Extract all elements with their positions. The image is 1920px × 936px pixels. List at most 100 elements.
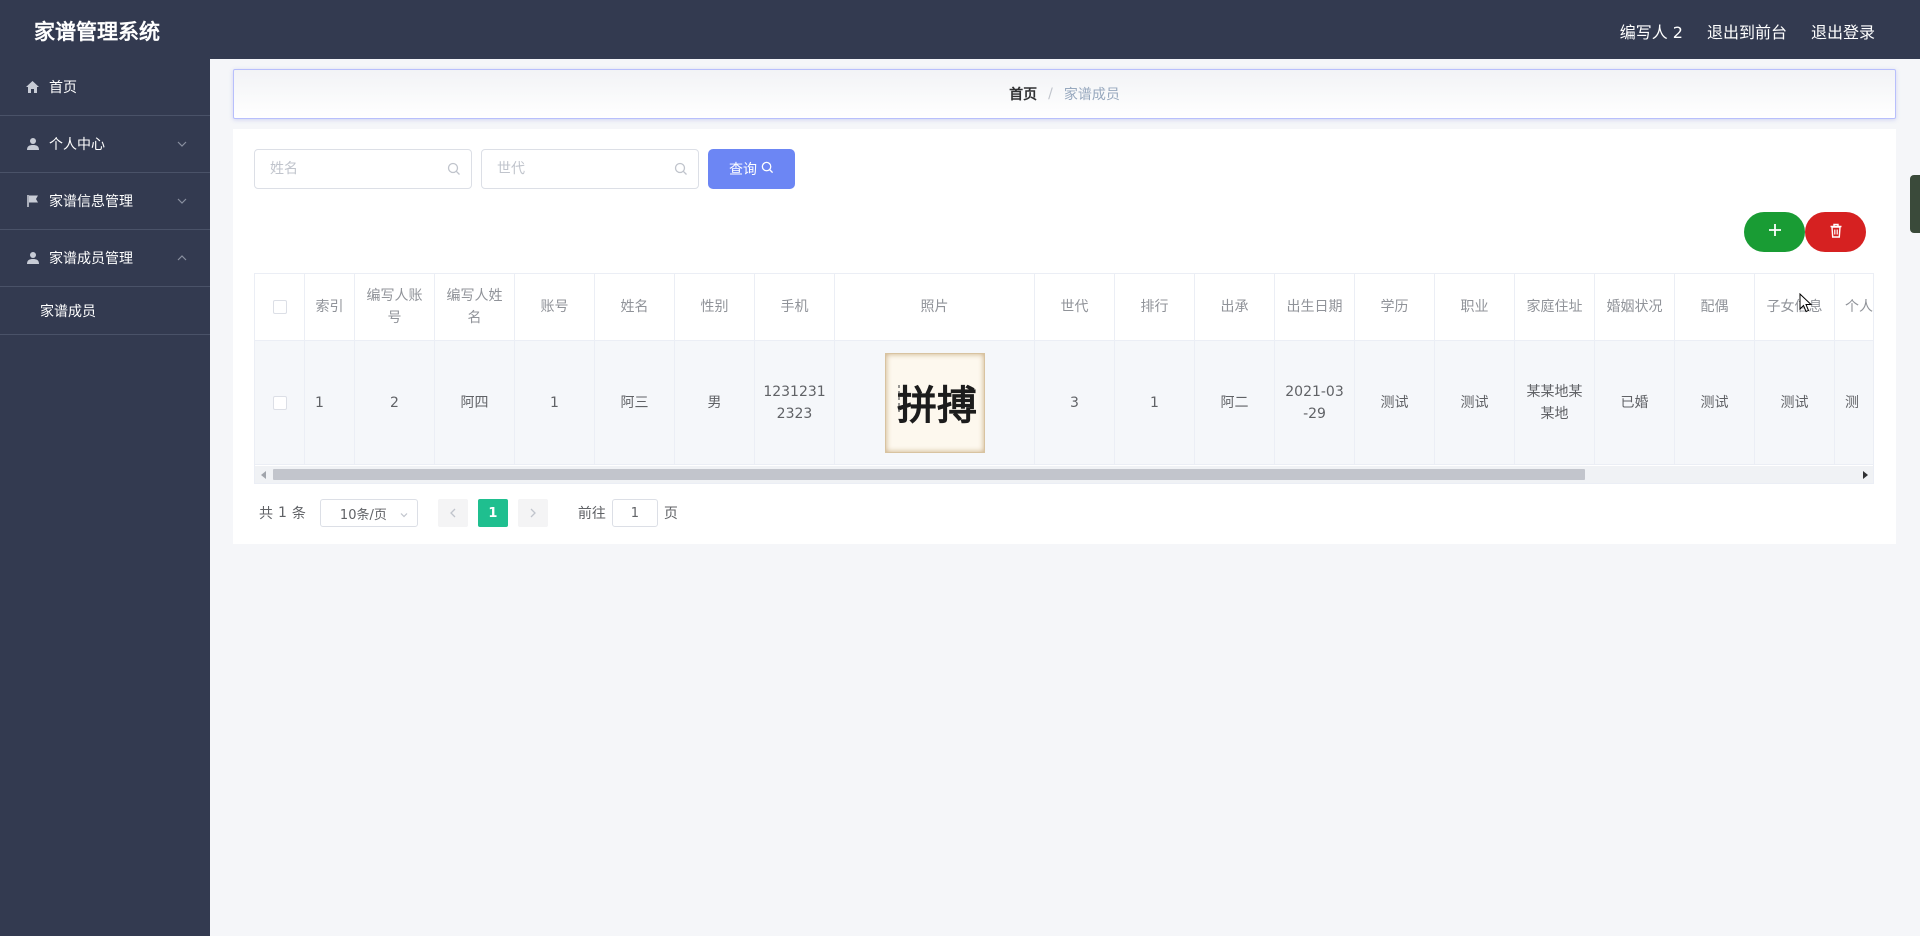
- chevron-down-icon: [176, 195, 188, 207]
- cell-gender: 男: [675, 341, 755, 464]
- exit-to-front-link[interactable]: 退出到前台: [1707, 19, 1787, 43]
- column-header: 职业: [1435, 274, 1515, 340]
- column-header: 配偶: [1675, 274, 1755, 340]
- column-header: 性别: [675, 274, 755, 340]
- column-header: 世代: [1035, 274, 1115, 340]
- column-header: 出承: [1195, 274, 1275, 340]
- scrollbar-thumb[interactable]: [273, 469, 1585, 480]
- member-photo[interactable]: 拼搏: [884, 352, 985, 453]
- table-row[interactable]: 1 2 阿四 1 阿三 男 12312312323 拼搏 3 1 阿二 2021…: [255, 341, 1873, 465]
- total-suffix: 条: [291, 506, 306, 522]
- total-prefix: 共: [259, 506, 273, 522]
- cell-generation: 3: [1035, 341, 1115, 464]
- cell-phone: 12312312323: [755, 341, 835, 464]
- pagination: 共 1 条 10条/页 1 前往 页: [259, 499, 678, 527]
- name-search-field[interactable]: [254, 149, 472, 189]
- sidebar: 首页 个人中心 家谱信息管理 家谱成员管理 家谱成员: [0, 59, 210, 936]
- flag-icon: [24, 193, 41, 210]
- page-size-value: 10条/页: [339, 507, 387, 523]
- generation-search-field[interactable]: [481, 149, 699, 189]
- column-header: 编写人姓名: [435, 274, 515, 340]
- cell-address: 某某地某某地: [1515, 341, 1595, 464]
- page-number-current[interactable]: 1: [477, 499, 508, 527]
- delete-button[interactable]: [1805, 212, 1866, 252]
- cell-spouse: 测试: [1675, 341, 1755, 464]
- name-search-input[interactable]: [270, 150, 440, 188]
- scroll-left-icon[interactable]: [261, 471, 266, 479]
- column-header: 账号: [515, 274, 595, 340]
- sidebar-item-member-management[interactable]: 家谱成员管理: [0, 230, 210, 287]
- side-handle[interactable]: [1910, 175, 1920, 233]
- generation-search-input[interactable]: [497, 150, 667, 188]
- header-actions: 编写人 2 退出到前台 退出登录: [1620, 19, 1875, 43]
- query-button-label: 查询: [729, 162, 757, 178]
- add-button[interactable]: [1744, 212, 1805, 252]
- plus-icon: [1768, 223, 1782, 241]
- cell-occupation: 测试: [1435, 341, 1515, 464]
- column-header: 照片: [835, 274, 1035, 340]
- column-header: 排行: [1115, 274, 1195, 340]
- sidebar-item-label: 首页: [49, 80, 77, 96]
- breadcrumb: 首页 / 家谱成员: [233, 69, 1896, 119]
- chevron-up-icon: [176, 252, 188, 264]
- cell-writer-name: 阿四: [435, 341, 515, 464]
- header-select-all-cell: [255, 274, 305, 340]
- column-header: 个人: [1835, 274, 1873, 340]
- column-header: 姓名: [595, 274, 675, 340]
- sidebar-item-home[interactable]: 首页: [0, 59, 210, 116]
- select-all-checkbox[interactable]: [272, 300, 287, 314]
- cell-photo: 拼搏: [835, 341, 1035, 464]
- horizontal-scrollbar[interactable]: [255, 466, 1873, 483]
- column-header: 学历: [1355, 274, 1435, 340]
- scroll-right-icon[interactable]: [1863, 471, 1868, 479]
- column-header: 索引: [305, 274, 355, 340]
- breadcrumb-current: 家谱成员: [1063, 87, 1120, 103]
- column-header: 婚姻状况: [1595, 274, 1675, 340]
- cell-marital-status: 已婚: [1595, 341, 1675, 464]
- sidebar-item-label: 家谱成员管理: [49, 251, 133, 267]
- sidebar-subitem-members[interactable]: 家谱成员: [0, 287, 210, 335]
- table-header-row: 索引 编写人账号 编写人姓名 账号 姓名 性别 手机 照片 世代 排行 出承 出…: [255, 274, 1873, 341]
- prev-page-button[interactable]: [437, 499, 468, 527]
- cell-education: 测试: [1355, 341, 1435, 464]
- logout-link[interactable]: 退出登录: [1811, 19, 1875, 43]
- top-header: 家谱管理系统 编写人 2 退出到前台 退出登录: [0, 0, 1920, 59]
- search-icon: [447, 162, 461, 176]
- breadcrumb-separator: /: [1048, 86, 1053, 102]
- column-header: 子女信息: [1755, 274, 1835, 340]
- sidebar-item-personal-center[interactable]: 个人中心: [0, 116, 210, 173]
- app-title: 家谱管理系统: [34, 20, 160, 44]
- trash-icon: [1829, 223, 1843, 242]
- sidebar-item-label: 个人中心: [49, 137, 105, 153]
- cell-rank: 1: [1115, 341, 1195, 464]
- column-header: 出生日期: [1275, 274, 1355, 340]
- cell-personal: 测: [1835, 341, 1873, 464]
- cell-inherit: 阿二: [1195, 341, 1275, 464]
- query-button[interactable]: 查询: [708, 149, 795, 189]
- breadcrumb-home[interactable]: 首页: [1009, 84, 1037, 104]
- chevron-down-icon: [176, 138, 188, 150]
- mouse-cursor-icon: [1799, 292, 1813, 313]
- page-size-select[interactable]: 10条/页: [319, 499, 418, 527]
- goto-page-input[interactable]: [611, 499, 658, 527]
- cell-writer-account: 2: [355, 341, 435, 464]
- calligraphy-image: 拼搏: [897, 382, 977, 429]
- goto-label: 前往: [577, 506, 606, 522]
- search-icon: [761, 161, 774, 178]
- column-header: 编写人账号: [355, 274, 435, 340]
- row-checkbox[interactable]: [272, 395, 287, 410]
- column-header: 手机: [755, 274, 835, 340]
- home-icon: [24, 79, 41, 96]
- cell-index: 1: [305, 341, 355, 464]
- sidebar-item-genealogy-info[interactable]: 家谱信息管理: [0, 173, 210, 230]
- main-content: 查询 索引 编写人账号 编写人姓名 账号 姓名 性别 手机 照片 世代 排行 出…: [233, 129, 1896, 544]
- cell-birth-date: 2021-03-29: [1275, 341, 1355, 464]
- cell-name: 阿三: [595, 341, 675, 464]
- next-page-button[interactable]: [517, 499, 548, 527]
- cell-account: 1: [515, 341, 595, 464]
- row-select-cell: [255, 341, 305, 464]
- current-user-label: 编写人 2: [1619, 23, 1683, 42]
- total-count: 1: [278, 505, 287, 521]
- column-header: 家庭住址: [1515, 274, 1595, 340]
- svg-text:拼搏: 拼搏: [897, 382, 977, 429]
